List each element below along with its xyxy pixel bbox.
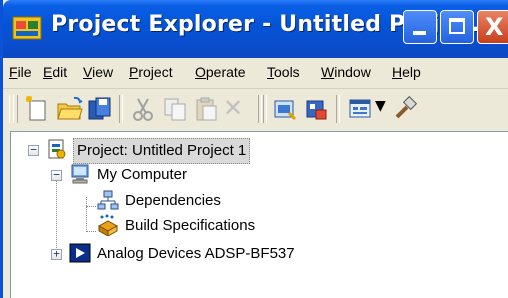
menu-tools-label: ools bbox=[274, 64, 300, 80]
collapse-icon[interactable]: − bbox=[28, 144, 39, 156]
deploy-icon[interactable] bbox=[303, 95, 331, 123]
close-button[interactable]: X bbox=[477, 10, 508, 44]
title-bar[interactable]: Project Explorer - Untitled Proje... X bbox=[3, 0, 508, 58]
view-icon[interactable] bbox=[347, 95, 375, 123]
menu-tools-mnemonic: T bbox=[267, 64, 274, 80]
menu-file-label: ile bbox=[17, 64, 32, 80]
tree-item-label: Project: Untitled Project 1 bbox=[73, 138, 251, 164]
project-icon bbox=[48, 139, 66, 159]
tree-item-label: Build Specifications bbox=[125, 217, 256, 234]
toolbar-separator bbox=[263, 95, 267, 123]
menu-window-label: indow bbox=[334, 64, 371, 80]
close-icon: X bbox=[485, 13, 504, 41]
build-specifications-icon bbox=[97, 214, 119, 236]
build-icon[interactable] bbox=[271, 95, 299, 123]
save-all-icon[interactable] bbox=[86, 95, 114, 123]
copy-icon[interactable] bbox=[161, 95, 189, 123]
project-explorer-window: Project Explorer - Untitled Proje... X F… bbox=[0, 0, 508, 298]
tree-item-label: Analog Devices ADSP-BF537 bbox=[97, 245, 295, 262]
dependencies-icon bbox=[97, 190, 119, 210]
tree-item-my-computer[interactable]: − My Computer bbox=[11, 163, 481, 187]
expand-icon[interactable]: + bbox=[51, 248, 62, 260]
tree-item-label: Dependencies bbox=[125, 192, 221, 209]
menu-file-mnemonic: F bbox=[9, 64, 18, 80]
tool-icon[interactable] bbox=[391, 95, 419, 123]
menu-view-label: iew bbox=[92, 64, 114, 80]
menu-help-label: elp bbox=[402, 64, 421, 80]
tree-item-dependencies[interactable]: Dependencies bbox=[11, 189, 481, 213]
menu-edit-mnemonic: E bbox=[43, 64, 53, 80]
menu-operate-mnemonic: O bbox=[195, 64, 206, 80]
new-file-icon[interactable] bbox=[23, 95, 51, 123]
minimize-button[interactable] bbox=[403, 10, 437, 44]
minimize-icon bbox=[413, 31, 426, 35]
menu-edit-label: dit bbox=[52, 64, 68, 80]
maximize-button[interactable] bbox=[440, 10, 474, 44]
menu-help[interactable]: Help bbox=[392, 64, 421, 80]
toolbar-separator bbox=[336, 95, 340, 123]
menu-edit[interactable]: Edit bbox=[43, 64, 67, 80]
menu-view-mnemonic: V bbox=[83, 64, 93, 80]
menu-operate-label: perate bbox=[205, 64, 246, 80]
tree-item-project-root[interactable]: − Project: Untitled Project 1 bbox=[11, 138, 481, 164]
analog-devices-icon bbox=[69, 243, 91, 263]
menu-project-label: roject bbox=[138, 64, 173, 80]
menu-bar: File Edit View Project Operate Tools Win… bbox=[3, 58, 508, 89]
project-tree: − Project: Untitled Project 1 − My Compu… bbox=[10, 131, 508, 298]
open-folder-icon[interactable] bbox=[56, 95, 84, 123]
toolbar: ✕ ▼ bbox=[3, 89, 508, 129]
paste-icon[interactable] bbox=[192, 95, 220, 123]
computer-icon bbox=[71, 164, 89, 184]
dropdown-arrow-icon[interactable]: ▼ bbox=[375, 98, 386, 114]
tree-item-label: My Computer bbox=[97, 166, 188, 183]
menu-operate[interactable]: Operate bbox=[195, 64, 246, 80]
menu-project-mnemonic: P bbox=[129, 64, 139, 80]
tree-item-target[interactable]: + Analog Devices ADSP-BF537 bbox=[11, 242, 481, 266]
toolbar-separator bbox=[258, 95, 262, 123]
toolbar-separator bbox=[119, 95, 123, 123]
tree-item-build-specifications[interactable]: Build Specifications bbox=[11, 214, 481, 238]
collapse-icon[interactable]: − bbox=[51, 169, 62, 181]
labview-project-icon bbox=[12, 16, 42, 40]
delete-icon[interactable]: ✕ bbox=[223, 94, 243, 122]
menu-file[interactable]: File bbox=[9, 64, 32, 80]
menu-view[interactable]: View bbox=[83, 64, 113, 80]
menu-help-mnemonic: H bbox=[392, 64, 403, 80]
maximize-icon bbox=[449, 18, 465, 34]
cut-icon[interactable] bbox=[129, 95, 157, 123]
menu-window[interactable]: Window bbox=[321, 64, 371, 80]
menu-window-mnemonic: W bbox=[321, 64, 335, 80]
menu-tools[interactable]: Tools bbox=[267, 64, 300, 80]
menu-project[interactable]: Project bbox=[129, 64, 173, 80]
toolbar-grip[interactable] bbox=[13, 95, 18, 123]
